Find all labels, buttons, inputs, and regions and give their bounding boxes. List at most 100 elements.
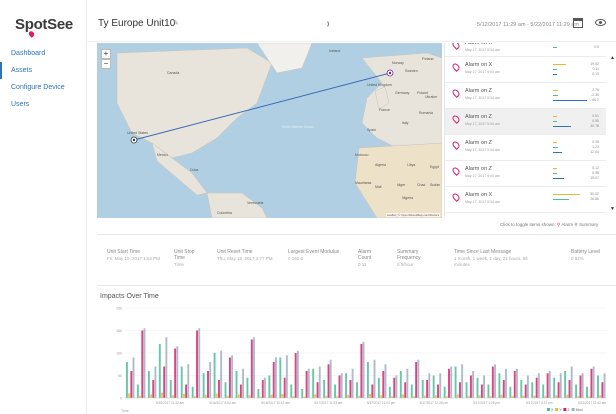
chart-bar-mod xyxy=(329,359,332,398)
zoom-out-button[interactable]: − xyxy=(101,59,111,69)
chart-svg[interactable]: 200 150 100 50 0 5/15/2017 11:42 am 5/16/2017 … xyxy=(97,286,616,414)
chart-bar-y xyxy=(533,395,536,398)
chart-bar-z xyxy=(513,371,516,398)
chart-bar-mod xyxy=(428,373,431,398)
chart-bar-mod xyxy=(242,368,245,398)
scroll-down-icon[interactable]: ▼ xyxy=(610,206,616,212)
stat-unit-stop: Unit Stop Time Time xyxy=(174,249,204,268)
stat-summary-frequency: Summary Frequency 0 5/hour xyxy=(397,249,437,268)
alarm-toggle-label[interactable]: Alarm xyxy=(561,222,573,227)
alarm-date: May 17, 2017 9:04 am xyxy=(465,174,500,178)
chart-bar-x xyxy=(334,384,337,398)
chart-bar-x xyxy=(202,373,205,398)
scroll-up-icon[interactable]: ▲ xyxy=(610,55,616,61)
map-label: Cuba xyxy=(190,168,199,172)
sidebar-item-assets[interactable]: Assets xyxy=(0,62,87,79)
chart-bar-mod xyxy=(264,377,266,398)
chart-bar-y xyxy=(511,396,514,398)
end-marker-icon[interactable] xyxy=(386,69,394,77)
map-svg xyxy=(116,43,442,218)
alarm-title: Alarm on X xyxy=(465,62,493,68)
chart-bar-x xyxy=(147,371,150,398)
chart-bar-x xyxy=(454,366,457,398)
chart-bar-y xyxy=(248,395,251,398)
map-attribution[interactable]: Leaflet | © OpenStreetMap contributors xyxy=(385,213,440,217)
calendar-icon[interactable] xyxy=(573,18,583,28)
alarm-bar xyxy=(553,173,558,175)
stat-battery-level: Battery Level 0 92% xyxy=(571,249,611,262)
chart-bar-x xyxy=(136,384,139,398)
loading-spinner-icon xyxy=(321,20,329,28)
date-range[interactable]: 5/12/2017 11:29 am - 5/22/2017 11:29 am xyxy=(477,22,579,28)
map-label: Libya xyxy=(407,163,416,167)
map-label: Chad xyxy=(417,183,426,187)
chart-bar-y xyxy=(489,396,492,398)
map-label: Italy xyxy=(402,121,409,125)
summary-toggle-label[interactable]: Summary xyxy=(579,222,598,227)
chart-bar-mod xyxy=(187,364,190,398)
chart-bar-y xyxy=(347,394,350,398)
chart-bar-y xyxy=(204,394,207,398)
alarm-list-item[interactable]: Alarm on X May 17, 2017 9:04 am 19.52 0.11 0… xyxy=(445,57,606,83)
stat-label: Unit Reset Time xyxy=(217,249,253,255)
sidebar-item-configure-device[interactable]: Configure Device xyxy=(0,79,87,96)
chart-bar-z xyxy=(524,384,527,398)
chart-bar-x xyxy=(575,384,578,398)
chart-bar-y xyxy=(522,395,525,398)
alarm-list-item[interactable]: Alarm on Z May 17, 2017 9:04 am 0.51 0.55 30… xyxy=(445,109,606,135)
alarm-date: May 17, 2017 9:04 am xyxy=(465,96,500,100)
chart-bar-z xyxy=(283,377,286,398)
stat-largest-event: Largest Event Modulus 0 192.6 xyxy=(288,249,348,262)
route-map[interactable]: Canada United States Mexico Cuba Venezue… xyxy=(97,43,442,218)
chart-bar-x xyxy=(235,371,238,398)
chart-bar-z xyxy=(480,384,483,398)
chart-bar-z xyxy=(437,384,439,398)
europe-land xyxy=(361,52,442,149)
chart-bar-z xyxy=(228,357,231,398)
map-label: North Atlantic Ocean xyxy=(282,125,315,129)
stat-label: Battery Level xyxy=(571,249,601,255)
chart-bar-y xyxy=(270,394,273,398)
alarm-value: 0.25 xyxy=(592,140,599,144)
map-label: Spain xyxy=(367,128,376,132)
map-label: Egypt xyxy=(430,165,439,169)
alarm-list-item[interactable]: Alarm on Z May 17, 2017 9:04 am 0.25 1.23 12… xyxy=(445,135,606,161)
legend-label: X xyxy=(551,408,554,412)
chart-bar-x xyxy=(377,377,380,398)
edit-icon[interactable]: ✎ xyxy=(173,19,179,27)
alarm-value: 30.78 xyxy=(590,124,599,128)
start-marker-icon[interactable] xyxy=(130,136,138,144)
chart-bar-mod xyxy=(526,375,529,398)
stat-value: 0 92% xyxy=(571,256,584,261)
alarm-title: Alarm on Z xyxy=(465,114,492,120)
stat-value: 0 192.6 xyxy=(288,256,304,261)
map-label: Canada xyxy=(167,71,180,75)
alarm-toggle-icon[interactable]: ⚲ xyxy=(557,222,560,227)
map-label: Mauritania xyxy=(355,181,372,185)
page-title: Ty Europe Unit10 xyxy=(98,18,176,29)
alarm-list-item[interactable]: Alarm on X May 17, 2017 9:04 am 50.52 26.86 xyxy=(445,187,606,213)
alarm-list-item[interactable]: Alarm on Z May 17, 2017 9:04 am 0.12 0.38 15… xyxy=(445,161,606,187)
sidebar-item-users[interactable]: Users xyxy=(0,96,87,113)
alarm-bars: 2.76 -2.35 66.2 xyxy=(549,88,599,104)
chart-bar-mod xyxy=(537,373,540,398)
alarm-value: 19.52 xyxy=(590,62,599,66)
alarm-list-item[interactable]: Alarm on X May 17, 2017 9:04 am 11.270.5 xyxy=(445,43,606,57)
sidebar-item-dashboard[interactable]: Dashboard xyxy=(0,45,87,62)
summary-toggle-icon[interactable]: ⚲ xyxy=(574,222,577,227)
spotsee-logo[interactable]: SpotSee xyxy=(15,16,73,38)
alarm-list[interactable]: Alarm on XMay 17, 2017 9:04 am11.270.5Al… xyxy=(444,43,606,216)
alarm-bar xyxy=(553,74,558,76)
chart-bar-mod xyxy=(505,368,507,398)
chart-bar-x xyxy=(191,386,194,398)
eye-icon[interactable] xyxy=(595,19,606,26)
chart-bar-x xyxy=(312,368,315,398)
alarm-value: 1.23 xyxy=(592,145,599,149)
chart-bar-z xyxy=(338,375,341,398)
chart-bar-y xyxy=(369,393,372,398)
alarm-list-item[interactable]: Alarm on Z May 17, 2017 9:04 am 2.76 -2.35 6… xyxy=(445,83,606,109)
alarm-title: Alarm on Z xyxy=(465,88,492,94)
chart-bar-x xyxy=(158,344,161,398)
zoom-in-button[interactable]: + xyxy=(101,49,111,59)
chart-bar-y xyxy=(588,396,591,398)
